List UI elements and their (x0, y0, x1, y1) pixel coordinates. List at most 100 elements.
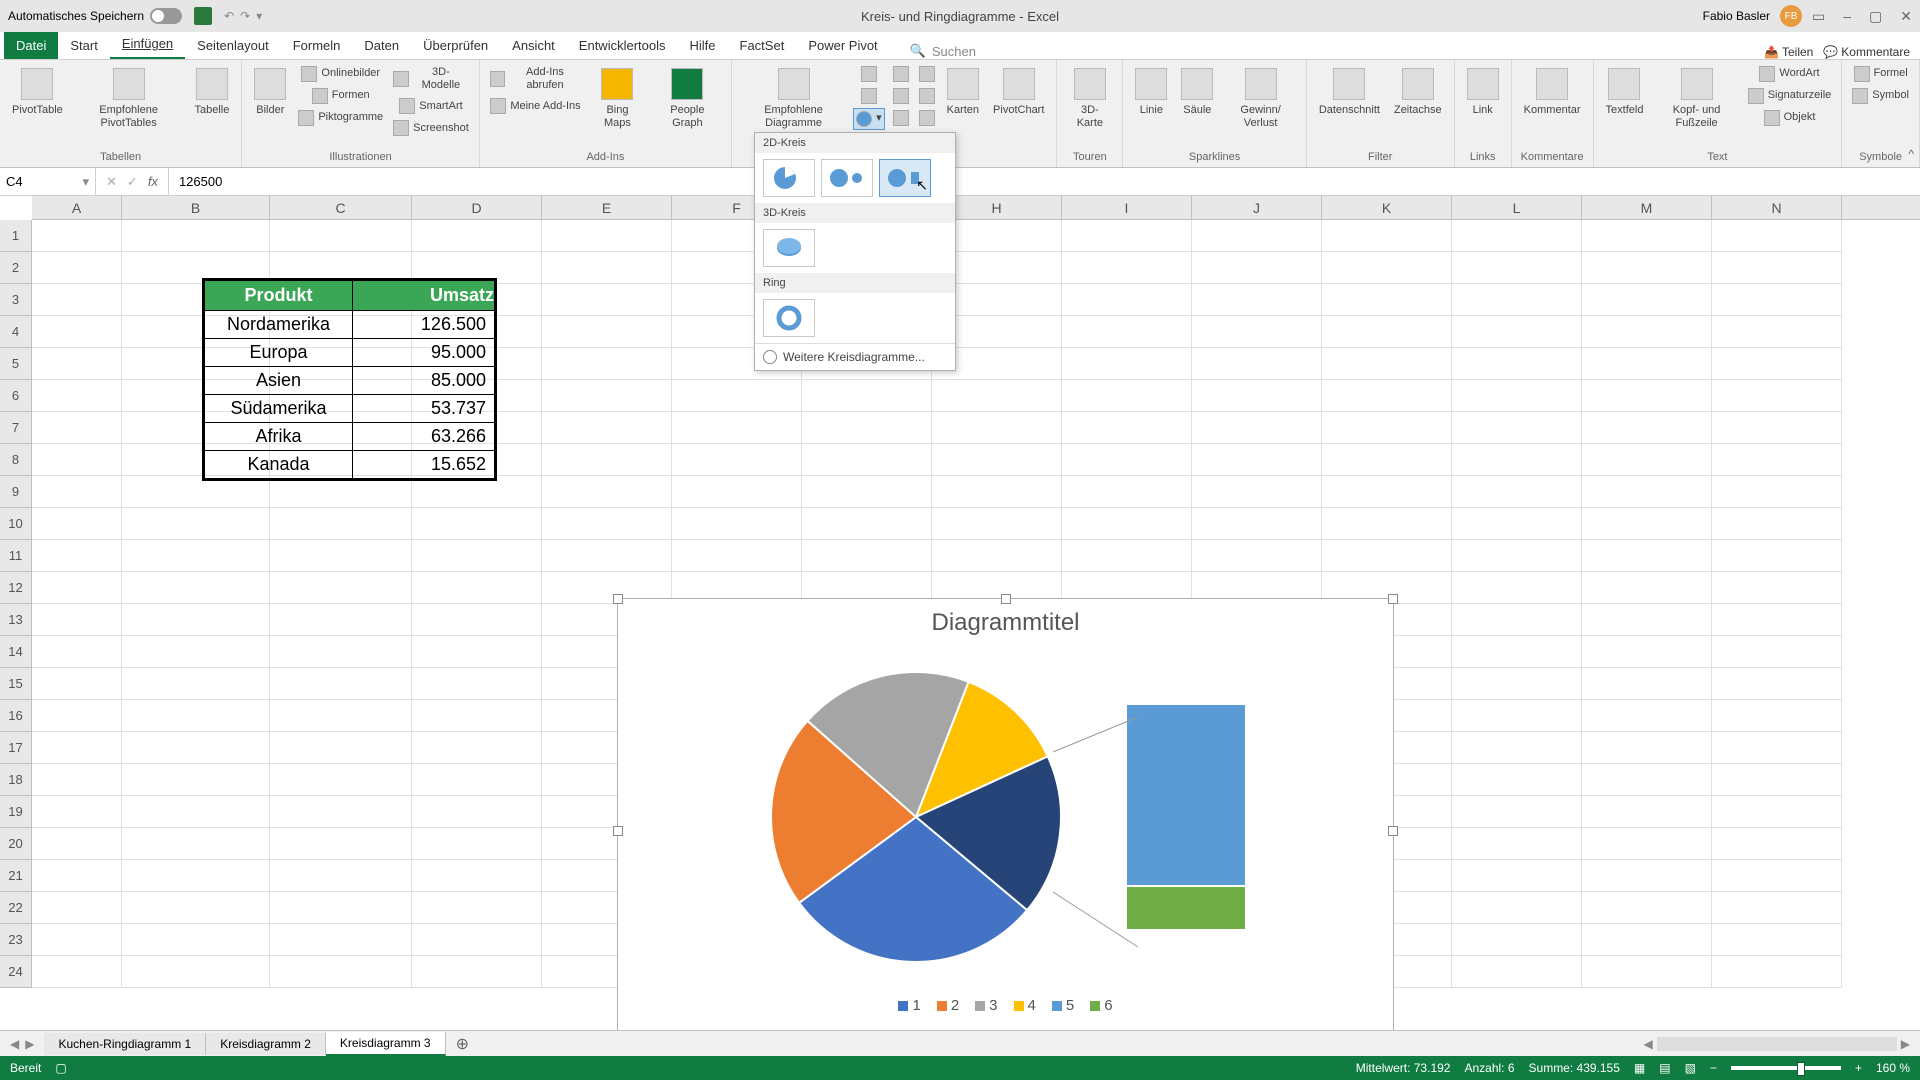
bar-of-pie-option[interactable]: ↖ (879, 159, 931, 197)
col-header-l[interactable]: L (1452, 196, 1582, 219)
cancel-formula-icon[interactable]: ✕ (106, 174, 117, 190)
data-table[interactable]: Produkt Umsatz Nordamerika126.500 Europa… (202, 278, 497, 481)
tab-entwicklertools[interactable]: Entwicklertools (567, 32, 678, 59)
wordart-button[interactable]: WordArt (1746, 64, 1834, 84)
sparkline-column-button[interactable]: Säule (1177, 64, 1217, 121)
undo-icon[interactable]: ↶ (224, 9, 234, 23)
recommended-charts-button[interactable]: Empfohlene Diagramme (740, 64, 847, 134)
header-footer-button[interactable]: Kopf- und Fußzeile (1653, 64, 1739, 134)
resize-handle[interactable] (1001, 594, 1011, 604)
col-header-d[interactable]: D (412, 196, 542, 219)
bing-maps-button[interactable]: Bing Maps (589, 64, 646, 134)
col-header-e[interactable]: E (542, 196, 672, 219)
pie-chart[interactable] (766, 667, 1066, 967)
tab-ansicht[interactable]: Ansicht (500, 32, 567, 59)
ribbon-options-icon[interactable]: ▭ (1812, 8, 1825, 25)
save-icon[interactable] (194, 7, 212, 25)
textbox-button[interactable]: Textfeld (1602, 64, 1648, 121)
legend-item[interactable]: 1 (898, 997, 920, 1014)
3d-map-button[interactable]: 3D-Karte (1065, 64, 1114, 134)
col-header-j[interactable]: J (1192, 196, 1322, 219)
row-header[interactable]: 6 (0, 380, 32, 412)
qat-dropdown-icon[interactable]: ▾ (256, 9, 262, 23)
sparkline-line-button[interactable]: Linie (1131, 64, 1171, 121)
row-header[interactable]: 14 (0, 636, 32, 668)
bar-chart-button[interactable] (891, 108, 911, 128)
object-button[interactable]: Objekt (1746, 108, 1834, 128)
area-chart-button[interactable] (917, 64, 937, 84)
col-header-c[interactable]: C (270, 196, 412, 219)
fx-icon[interactable]: fx (148, 174, 158, 189)
row-header[interactable]: 2 (0, 252, 32, 284)
doughnut-option[interactable] (763, 299, 815, 337)
combo-chart-button[interactable] (917, 108, 937, 128)
row-header[interactable]: 15 (0, 668, 32, 700)
row-header[interactable]: 24 (0, 956, 32, 988)
get-addins-button[interactable]: Add-Ins abrufen (488, 64, 583, 94)
row-header[interactable]: 8 (0, 444, 32, 476)
zoom-slider[interactable] (1731, 1066, 1841, 1070)
sheet-tab[interactable]: Kuchen-Ringdiagramm 1 (44, 1033, 206, 1055)
pie-2d-option[interactable] (763, 159, 815, 197)
col-header-i[interactable]: I (1062, 196, 1192, 219)
row-header[interactable]: 13 (0, 604, 32, 636)
pie-chart-button[interactable]: ▾ (853, 108, 885, 130)
scroll-right-icon[interactable]: ▶ (1901, 1037, 1910, 1051)
link-button[interactable]: Link (1463, 64, 1503, 121)
confirm-formula-icon[interactable]: ✓ (127, 174, 138, 190)
row-header[interactable]: 7 (0, 412, 32, 444)
chart-title[interactable]: Diagrammtitel (618, 599, 1393, 647)
pivottable-button[interactable]: PivotTable (8, 64, 67, 121)
tab-einfuegen[interactable]: Einfügen (110, 30, 185, 59)
pie-of-pie-option[interactable] (821, 159, 873, 197)
tab-ueberpruefen[interactable]: Überprüfen (411, 32, 500, 59)
share-button[interactable]: 📤Teilen (1764, 45, 1813, 59)
table-button[interactable]: Tabelle (190, 64, 233, 121)
signature-button[interactable]: Signaturzeile (1746, 86, 1834, 106)
symbol-button[interactable]: Symbol (1850, 86, 1911, 106)
row-header[interactable]: 10 (0, 508, 32, 540)
row-header[interactable]: 3 (0, 284, 32, 316)
formula-input[interactable]: 126500 (169, 174, 232, 189)
row-header[interactable]: 23 (0, 924, 32, 956)
row-header[interactable]: 18 (0, 764, 32, 796)
comment-button[interactable]: Kommentar (1520, 64, 1585, 121)
zoom-out-icon[interactable]: − (1710, 1061, 1717, 1075)
view-normal-icon[interactable]: ▦ (1634, 1061, 1645, 1075)
chart-object[interactable]: Diagrammtitel 123456 (617, 598, 1394, 1064)
col-header-k[interactable]: K (1322, 196, 1452, 219)
hierarchy-chart-button[interactable] (853, 86, 885, 106)
chart-legend[interactable]: 123456 (618, 987, 1393, 1024)
resize-handle[interactable] (613, 594, 623, 604)
maximize-icon[interactable]: ▢ (1869, 8, 1882, 25)
my-addins-button[interactable]: Meine Add-Ins (488, 96, 583, 116)
legend-item[interactable]: 6 (1090, 997, 1112, 1014)
row-header[interactable]: 20 (0, 828, 32, 860)
row-header[interactable]: 17 (0, 732, 32, 764)
sheet-tab[interactable]: Kreisdiagramm 2 (206, 1033, 326, 1055)
tab-start[interactable]: Start (58, 32, 109, 59)
slicer-button[interactable]: Datenschnitt (1315, 64, 1384, 121)
user-avatar[interactable]: FB (1780, 5, 1802, 27)
secondary-bar[interactable] (1126, 704, 1246, 930)
collapse-ribbon-icon[interactable]: ^ (1908, 147, 1914, 161)
maps-button[interactable]: Karten (943, 64, 983, 121)
tab-factset[interactable]: FactSet (728, 32, 797, 59)
screenshot-button[interactable]: Screenshot (391, 118, 471, 138)
close-icon[interactable]: ✕ (1900, 8, 1912, 25)
row-header[interactable]: 12 (0, 572, 32, 604)
tab-seitenlayout[interactable]: Seitenlayout (185, 32, 281, 59)
row-header[interactable]: 5 (0, 348, 32, 380)
comments-button[interactable]: 💬Kommentare (1823, 45, 1910, 59)
people-graph-button[interactable]: People Graph (652, 64, 723, 134)
add-sheet-button[interactable]: ⊕ (446, 1034, 479, 1054)
row-header[interactable]: 1 (0, 220, 32, 252)
row-header[interactable]: 4 (0, 316, 32, 348)
sheet-nav-next-icon[interactable]: ▶ (25, 1037, 34, 1051)
legend-item[interactable]: 2 (937, 997, 959, 1014)
zoom-level[interactable]: 160 % (1876, 1061, 1910, 1075)
name-box[interactable]: C4▾ (0, 168, 96, 195)
row-header[interactable]: 11 (0, 540, 32, 572)
tab-powerpivot[interactable]: Power Pivot (796, 32, 889, 59)
view-pagelayout-icon[interactable]: ▤ (1659, 1061, 1670, 1075)
